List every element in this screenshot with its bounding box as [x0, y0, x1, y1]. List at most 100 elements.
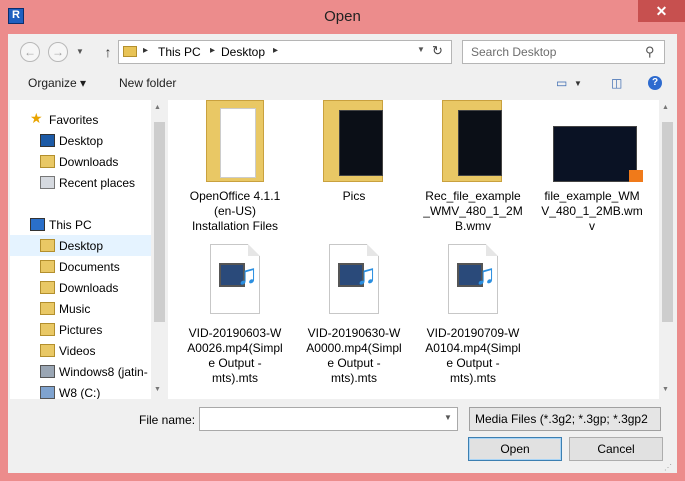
computer-icon	[30, 218, 45, 231]
scroll-down-icon[interactable]: ▼	[662, 386, 669, 393]
file-list-scrollbar[interactable]: ▲ ▼	[659, 100, 676, 399]
file-name-field[interactable]: ▼	[199, 407, 458, 431]
file-list: OpenOffice 4.1.1 (en-US) Installation File…	[168, 100, 659, 399]
nav-item-downloads-fav[interactable]: Downloads	[10, 151, 151, 172]
file-name: Pics	[342, 189, 366, 203]
search-box[interactable]: Search Desktop ⚲	[462, 40, 665, 64]
navigation-pane: ★ Favorites Desktop Downloads Recent pla…	[10, 100, 151, 399]
desktop-icon	[40, 134, 55, 147]
file-name: OpenOffice 4.1.1 (en-US) Installation File…	[189, 189, 281, 233]
scrollbar-thumb[interactable]	[662, 122, 673, 322]
scrollbar-thumb[interactable]	[154, 122, 165, 322]
file-item[interactable]: OpenOffice 4.1.1 (en-US) Installation File…	[176, 100, 294, 240]
network-drive-icon	[40, 365, 55, 378]
recent-locations-dropdown[interactable]: ▼	[74, 42, 86, 62]
cancel-button[interactable]: Cancel	[569, 437, 663, 461]
videos-folder-icon	[40, 344, 55, 357]
media-file-icon: ♫	[210, 244, 260, 314]
address-bar[interactable]: ▸ This PC ▸ Desktop ▸ ▼ ↻	[118, 40, 452, 64]
drive-icon	[40, 386, 55, 399]
star-icon: ★	[30, 110, 43, 126]
file-name: VID-20190709-W A0104.mp4(Simpl e Output -m…	[425, 326, 521, 385]
recent-places-icon	[40, 176, 55, 189]
media-file-icon: ♫	[448, 244, 498, 314]
file-name: file_example_WM V_480_1_2MB.wm v	[541, 189, 643, 233]
nav-item-downloads[interactable]: Downloads	[10, 277, 151, 298]
new-folder-button[interactable]: New folder	[119, 76, 176, 90]
nav-item-desktop-fav[interactable]: Desktop	[10, 130, 151, 151]
nav-item-label: Windows8 (jatin-	[59, 365, 148, 379]
nav-item-documents[interactable]: Documents	[10, 256, 151, 277]
address-dropdown-icon[interactable]: ▼	[417, 45, 425, 54]
nav-item-recent-places[interactable]: Recent places	[10, 172, 151, 193]
nav-item-label: Videos	[59, 344, 96, 358]
nav-item-network-drive[interactable]: Windows8 (jatin-	[10, 361, 151, 382]
window-title: Open	[324, 8, 361, 25]
file-item[interactable]: Pics	[295, 100, 413, 240]
nav-item-music[interactable]: Music	[10, 298, 151, 319]
file-item[interactable]: file_example_WM V_480_1_2MB.wm v	[533, 100, 651, 240]
refresh-icon[interactable]: ↻	[432, 43, 443, 59]
forward-button[interactable]: →	[48, 42, 68, 62]
search-input[interactable]: Search Desktop	[471, 45, 556, 59]
video-thumbnail	[553, 126, 637, 182]
preview-pane-icon[interactable]: ◫	[611, 76, 622, 90]
nav-item-label: W8 (C:)	[59, 386, 101, 399]
file-name: VID-20190603-W A0026.mp4(Simpl e Output -m…	[187, 326, 283, 385]
open-dialog: R Open ✕ ← → ▼ ↑ ▸ This PC ▸ Desktop ▸ ▼…	[0, 0, 685, 481]
nav-item-label: Music	[59, 302, 91, 316]
file-item[interactable]: Rec_file_example _WMV_480_1_2M B.wmv	[414, 100, 532, 240]
nav-item-label: Recent places	[59, 176, 136, 190]
view-dropdown-icon[interactable]: ▼	[574, 79, 582, 88]
nav-this-pc[interactable]: This PC	[10, 214, 151, 235]
nav-item-c-drive[interactable]: W8 (C:)	[10, 382, 151, 399]
photo-thumbnail	[339, 110, 383, 176]
breadcrumb-this-pc[interactable]: This PC	[158, 45, 201, 59]
file-name: Rec_file_example _WMV_480_1_2M B.wmv	[423, 189, 523, 233]
chevron-right-icon: ▸	[210, 45, 216, 56]
up-button[interactable]: ↑	[100, 42, 116, 62]
nav-item-desktop[interactable]: Desktop	[10, 235, 151, 256]
chevron-down-icon[interactable]: ▼	[444, 413, 452, 422]
nav-item-label: Desktop	[59, 239, 104, 253]
nav-item-videos[interactable]: Videos	[10, 340, 151, 361]
resize-grip-icon[interactable]: ⋰	[664, 463, 672, 472]
pictures-folder-icon	[40, 323, 55, 336]
breadcrumb-desktop[interactable]: Desktop	[221, 45, 265, 59]
folder-icon	[40, 239, 55, 252]
folder-icon	[123, 46, 137, 57]
change-view-icon[interactable]: ▭	[556, 76, 567, 90]
nav-item-label: Downloads	[59, 155, 119, 169]
open-button[interactable]: Open	[468, 437, 562, 461]
search-icon[interactable]: ⚲	[645, 44, 655, 60]
downloads-folder-icon	[40, 281, 55, 294]
help-icon[interactable]: ?	[648, 76, 662, 90]
nav-item-label: Pictures	[59, 323, 103, 337]
file-item[interactable]: ♫ VID-20190709-W A0104.mp4(Simpl e Output …	[414, 244, 532, 399]
file-name: VID-20190630-W A0000.mp4(Simpl e Output -m…	[306, 326, 402, 385]
scroll-up-icon[interactable]: ▲	[662, 104, 669, 111]
video-thumbnail	[458, 110, 502, 176]
music-folder-icon	[40, 302, 55, 315]
scroll-up-icon[interactable]: ▲	[154, 104, 161, 111]
toolbar: Organize ▾ New folder ▭ ▼ ◫ ?	[8, 70, 677, 98]
file-type-select[interactable]: Media Files (*.3g2; *.3gp; *.3gp2	[469, 407, 661, 431]
organize-button[interactable]: Organize ▾	[28, 76, 86, 90]
nav-favorites[interactable]: ★ Favorites	[10, 109, 151, 130]
file-item[interactable]: ♫ VID-20190630-W A0000.mp4(Simpl e Output …	[295, 244, 413, 399]
nav-item-label: Desktop	[59, 134, 104, 148]
file-item[interactable]: ♫ VID-20190603-W A0026.mp4(Simpl e Output …	[176, 244, 294, 399]
downloads-folder-icon	[40, 155, 55, 168]
chevron-right-icon: ▸	[273, 45, 279, 56]
nav-item-label: Documents	[59, 260, 120, 274]
nav-item-pictures[interactable]: Pictures	[10, 319, 151, 340]
file-type-value: Media Files (*.3g2; *.3gp; *.3gp2	[475, 412, 648, 426]
nav-scrollbar[interactable]: ▲ ▼	[151, 100, 168, 399]
scroll-down-icon[interactable]: ▼	[154, 386, 161, 393]
title-bar[interactable]: R Open ✕	[0, 0, 685, 34]
chevron-right-icon: ▸	[143, 45, 149, 56]
close-button[interactable]: ✕	[638, 0, 685, 22]
play-badge-icon	[629, 170, 643, 182]
nav-favorites-label: Favorites	[49, 113, 99, 127]
back-button[interactable]: ←	[20, 42, 40, 62]
